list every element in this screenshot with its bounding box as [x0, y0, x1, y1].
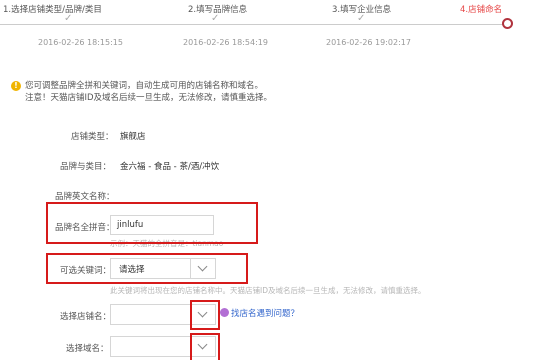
- step-4-label: 4.店铺命名: [460, 5, 503, 15]
- step-2-time: 2016-02-26 18:54:19: [183, 38, 268, 47]
- warning-icon: !: [11, 81, 21, 91]
- step-3-time: 2016-02-26 19:02:17: [326, 38, 411, 47]
- pinyin-highlight-box: [46, 202, 258, 244]
- step-3-check-icon: ✓: [357, 13, 366, 24]
- brand-category-label: 品牌与类目：: [60, 162, 112, 172]
- keyword-hint: 此关键词将出现在您的店铺名称中。天猫店铺ID及域名后续一旦生成，无法修改，请慎重…: [110, 286, 426, 295]
- english-name-label: 品牌英文名称：: [55, 192, 115, 202]
- shop-name-label: 选择店铺名：: [60, 312, 112, 322]
- domain-arrow-highlight-box: [190, 333, 220, 360]
- notice-line-2: 注意！天猫店铺ID及域名后续一旦生成，无法修改，请慎重选择。: [25, 93, 273, 103]
- help-icon: [220, 308, 229, 317]
- step-2-check-icon: ✓: [211, 13, 220, 24]
- shop-name-arrow-highlight-box: [190, 300, 220, 330]
- shop-type-value: 旗舰店: [120, 132, 146, 142]
- step-1-time: 2016-02-26 18:15:15: [38, 38, 123, 47]
- shop-type-label: 店铺类型：: [71, 132, 114, 142]
- step-1-check-icon: ✓: [64, 13, 73, 24]
- notice-line-1: 您可调整品牌全拼和关键词，自动生成可用的店铺名称和域名。: [25, 81, 264, 91]
- domain-label: 选择域名：: [66, 344, 109, 354]
- step-1-label: 1.选择店铺类型/品牌/类目: [3, 5, 102, 15]
- progress-line: [0, 24, 503, 25]
- notice-text: 您可调整品牌全拼和关键词，自动生成可用的店铺名称和域名。 注意！天猫店铺ID及域…: [25, 80, 272, 104]
- help-link[interactable]: 找店名遇到问题？: [231, 307, 299, 319]
- keyword-highlight-box: [46, 253, 248, 284]
- brand-category-value: 金六福 - 食品 - 茶/酒/冲饮: [120, 162, 220, 172]
- step-4-current-icon: [502, 18, 513, 29]
